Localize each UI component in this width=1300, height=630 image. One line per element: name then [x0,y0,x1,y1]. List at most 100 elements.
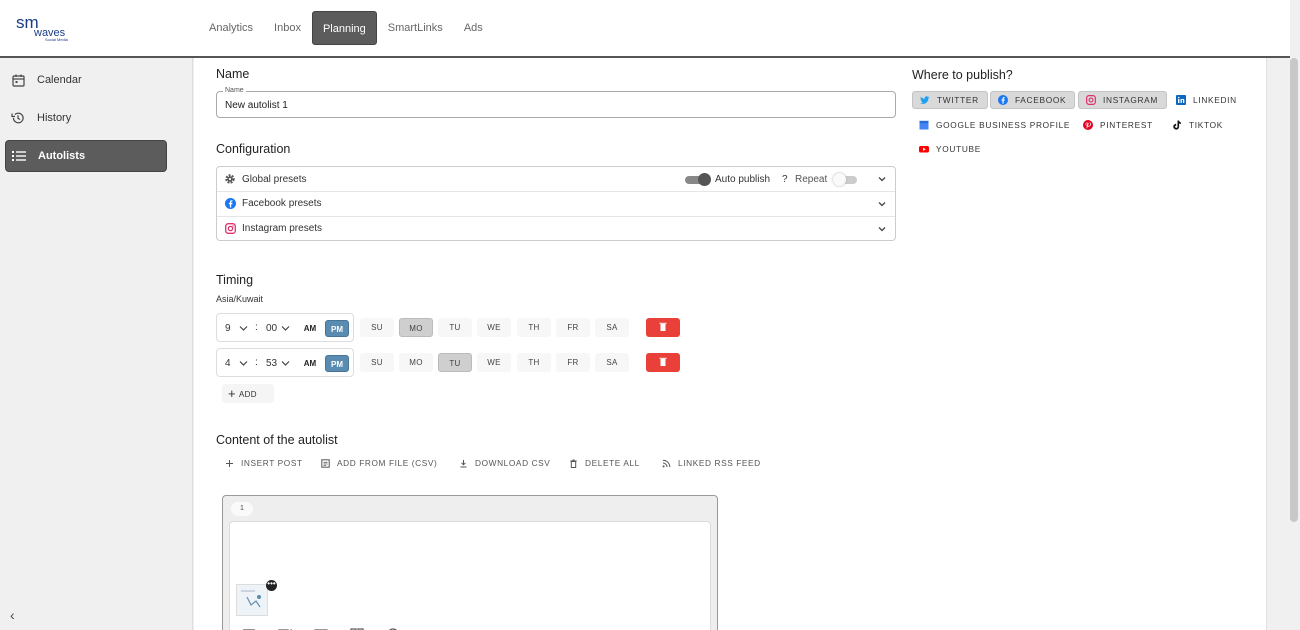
file-icon [320,458,330,468]
sidebar-item-label: Autolists [38,150,86,162]
day-sa[interactable]: SA [595,318,629,337]
time-picker: 4 : 53 AM PM [216,348,354,377]
hour-select[interactable]: 9 [225,323,231,334]
post-more-button[interactable]: ••• [266,580,277,591]
autolist-name-field[interactable]: Name New autolist 1 [216,87,896,118]
day-sa[interactable]: SA [595,353,629,372]
chevron-down-icon[interactable] [239,325,248,332]
download-csv-button[interactable]: DOWNLOAD CSV [458,458,550,468]
facebook-icon [224,198,236,210]
camera-icon[interactable] [242,626,256,630]
minute-select[interactable]: 00 [266,323,277,334]
vertical-scrollbar[interactable] [1288,58,1300,630]
help-icon[interactable]: ? [782,174,788,185]
instagram-icon [1086,95,1096,105]
chevron-down-icon[interactable] [239,360,248,367]
repeat-toggle[interactable] [833,173,859,186]
instagram-presets-label: Instagram presets [242,223,323,234]
facebook-presets-row[interactable]: Facebook presets [217,191,895,215]
timing-title: Timing [216,273,254,287]
hour-select[interactable]: 4 [225,358,231,369]
instagram-icon [224,223,236,235]
name-section-title: Name [216,67,250,81]
tab-smartlinks[interactable]: SmartLinks [378,11,453,45]
autolist-editor: Name Name New autolist 1 Configuration G… [194,58,1266,630]
network-chip-twitter[interactable]: TWITTER [912,91,988,109]
emoji-icon[interactable] [386,626,400,630]
sidebar-item-label: History [37,112,72,124]
layout-icon[interactable] [350,626,364,630]
video-icon[interactable] [278,626,292,630]
day-we[interactable]: WE [477,318,511,337]
timezone-label: Asia/Kuwait [216,294,264,304]
name-field-label: Name [223,87,246,94]
day-tu[interactable]: TU [438,318,472,337]
list-icon [12,149,26,163]
configuration-title: Configuration [216,142,291,156]
network-chip-linkedin[interactable]: LINKEDIN [1169,91,1245,109]
publish-title: Where to publish? [912,68,1013,82]
pm-button[interactable]: PM [325,355,349,372]
minute-select[interactable]: 53 [266,358,277,369]
gif-icon[interactable] [314,626,328,630]
page-gutter [1266,58,1288,630]
sidebar-item-autolists[interactable]: Autolists [5,140,167,172]
time-separator: : [255,357,258,368]
delete-schedule-button[interactable] [646,318,680,337]
day-th[interactable]: TH [517,353,551,372]
network-chip-instagram[interactable]: INSTAGRAM [1078,91,1168,109]
scrollbar-thumb[interactable] [1290,58,1298,522]
gear-icon [224,173,236,185]
day-fr[interactable]: FR [556,353,590,372]
day-su[interactable]: SU [360,353,394,372]
instagram-presets-row[interactable]: Instagram presets [217,216,895,240]
pm-button[interactable]: PM [325,320,349,337]
sidebar-collapse-button[interactable]: ‹ [10,607,15,623]
add-from-file-button[interactable]: ADD FROM FILE (CSV) [320,458,437,468]
day-th[interactable]: TH [517,318,551,337]
day-we[interactable]: WE [477,353,511,372]
auto-publish-toggle[interactable] [685,173,711,186]
tab-inbox[interactable]: Inbox [264,11,311,45]
tiktok-icon [1172,120,1182,130]
network-chip-facebook[interactable]: FACEBOOK [990,91,1076,109]
network-chip-tiktok[interactable]: TIKTOK [1165,116,1231,134]
global-presets-row[interactable]: Global presets Auto publish ? Repeat [217,167,895,191]
network-chip-google-business-profile[interactable]: GOOGLE BUSINESS PROFILE [912,116,1078,134]
network-chip-pinterest[interactable]: PINTEREST [1076,116,1161,134]
day-su[interactable]: SU [360,318,394,337]
name-field-value: New autolist 1 [225,100,288,111]
tab-analytics[interactable]: Analytics [199,11,263,45]
auto-publish-label: Auto publish [715,174,771,185]
chevron-down-icon[interactable] [281,360,290,367]
tab-ads[interactable]: Ads [454,11,493,45]
chevron-down-icon[interactable] [877,224,887,234]
day-mo[interactable]: MO [399,318,433,337]
post-list: 1 ••• [222,495,718,630]
post-media-thumbnail[interactable] [236,584,268,616]
network-chip-youtube[interactable]: YOUTUBE [912,140,989,158]
insert-post-button[interactable]: INSERT POST [224,458,303,468]
tab-planning[interactable]: Planning [311,11,377,45]
sidebar-item-calendar[interactable]: Calendar [5,64,167,96]
post-card[interactable]: ••• [229,521,711,630]
logo-tagline: Social Media [45,37,68,42]
sidebar-item-history[interactable]: History [5,102,167,134]
am-button[interactable]: AM [299,355,321,372]
chevron-down-icon[interactable] [877,174,887,184]
day-fr[interactable]: FR [556,318,590,337]
sidebar-item-label: Calendar [37,74,82,86]
am-button[interactable]: AM [299,320,321,337]
chevron-down-icon[interactable] [281,325,290,332]
smwaves-logo[interactable]: sm waves Social Media [16,13,76,45]
global-presets-label: Global presets [242,173,307,185]
chevron-down-icon[interactable] [877,199,887,209]
day-mo[interactable]: MO [399,353,433,372]
post-card-toolbar [242,626,400,630]
delete-schedule-button[interactable] [646,353,680,372]
image-icon [241,590,261,608]
day-tu[interactable]: TU [438,353,472,372]
linked-rss-feed-button[interactable]: LINKED RSS FEED [661,458,761,468]
add-schedule-button[interactable]: + ADD [222,384,274,403]
delete-all-button[interactable]: DELETE ALL [568,458,640,468]
